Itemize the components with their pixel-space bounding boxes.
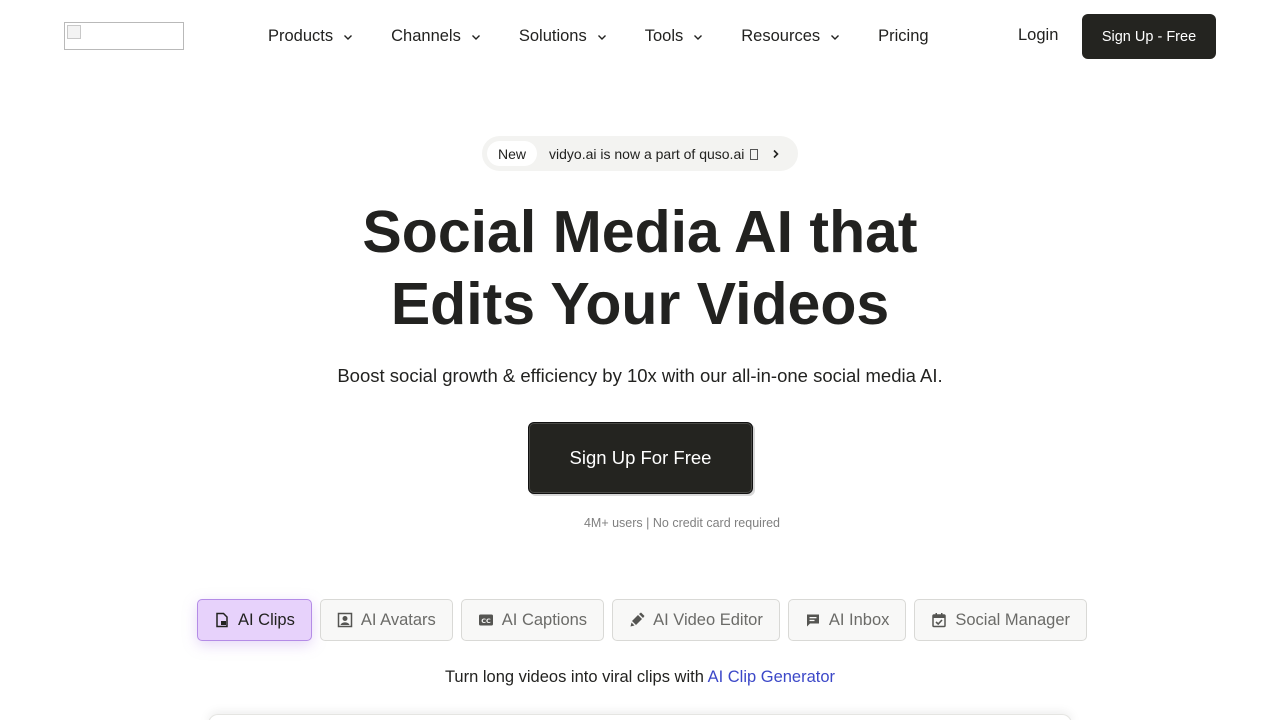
hero-subtitle: Boost social growth & efficiency by 10x … (337, 365, 943, 386)
clips-file-icon (216, 612, 228, 628)
product-preview-panel (208, 714, 1072, 720)
announcement-pill[interactable]: New vidyo.ai is now a part of quso.ai (482, 136, 798, 171)
missing-glyph-icon (750, 148, 759, 160)
signup-free-button[interactable]: Sign Up - Free (1082, 14, 1216, 59)
chevron-down-icon (694, 35, 703, 40)
nav-solutions[interactable]: Solutions (519, 27, 607, 46)
feature-tabs: AI Clips AI Avatars CC AI Captions AI Vi… (197, 599, 1088, 641)
tab-description: Turn long videos into viral clips with A… (240, 668, 1040, 687)
chevron-down-icon (471, 35, 480, 40)
nav-resources[interactable]: Resources (741, 27, 840, 46)
nav-label: Tools (644, 26, 684, 45)
ai-clip-generator-link[interactable]: AI Clip Generator (708, 668, 835, 686)
hero-title-line-1: Social Media AI that (362, 199, 918, 265)
announcement-text: vidyo.ai is now a part of quso.ai (549, 145, 759, 162)
tab-ai-avatars[interactable]: AI Avatars (319, 599, 453, 641)
new-badge: New (487, 141, 538, 166)
tab-label: Social Manager (955, 610, 1071, 629)
svg-text:CC: CC (481, 617, 491, 625)
chevron-down-icon (831, 35, 840, 40)
tab-description-text: Turn long videos into viral clips with (444, 668, 704, 686)
tab-ai-captions[interactable]: CC AI Captions (460, 599, 605, 641)
nav-products[interactable]: Products (268, 27, 353, 46)
broken-image-icon (67, 25, 81, 39)
main-nav: Products Channels Solutions Tools Resour… (268, 24, 929, 48)
edit-brush-icon (630, 612, 645, 627)
signup-for-free-button[interactable]: Sign Up For Free (528, 422, 753, 494)
nav-label: Solutions (518, 26, 587, 45)
hero-title-line-2: Edits Your Videos (390, 271, 890, 337)
tab-ai-inbox[interactable]: AI Inbox (787, 599, 907, 641)
tab-label: AI Avatars (360, 610, 436, 629)
captions-icon: CC (478, 614, 493, 626)
nav-pricing[interactable]: Pricing (878, 27, 928, 46)
nav-label: Resources (741, 26, 821, 45)
tab-social-manager[interactable]: Social Manager (914, 599, 1088, 641)
chevron-down-icon (344, 35, 353, 40)
nav-label: Pricing (878, 26, 929, 45)
chevron-right-icon (773, 149, 779, 158)
site-header: Products Channels Solutions Tools Resour… (0, 0, 1280, 72)
nav-channels[interactable]: Channels (391, 27, 481, 46)
tab-label: AI Captions (501, 610, 588, 629)
hero-title: Social Media AI that Edits Your Videos (240, 196, 1040, 340)
chat-icon (806, 614, 819, 627)
nav-label: Products (268, 26, 334, 45)
tab-ai-video-editor[interactable]: AI Video Editor (612, 599, 780, 641)
login-link[interactable]: Login (1018, 26, 1058, 45)
announcement-label: vidyo.ai is now a part of quso.ai (549, 145, 745, 162)
site-logo[interactable] (64, 22, 184, 50)
avatar-icon (337, 612, 353, 628)
nav-tools[interactable]: Tools (645, 27, 704, 46)
tab-label: AI Inbox (828, 610, 890, 629)
cta-note: 4M+ users | No credit card required (583, 516, 781, 530)
calendar-check-icon (932, 613, 947, 628)
tab-label: AI Clips (238, 610, 295, 629)
chevron-down-icon (597, 35, 606, 40)
nav-label: Channels (391, 26, 461, 45)
tab-ai-clips[interactable]: AI Clips (197, 599, 312, 641)
tab-label: AI Video Editor (653, 610, 763, 629)
